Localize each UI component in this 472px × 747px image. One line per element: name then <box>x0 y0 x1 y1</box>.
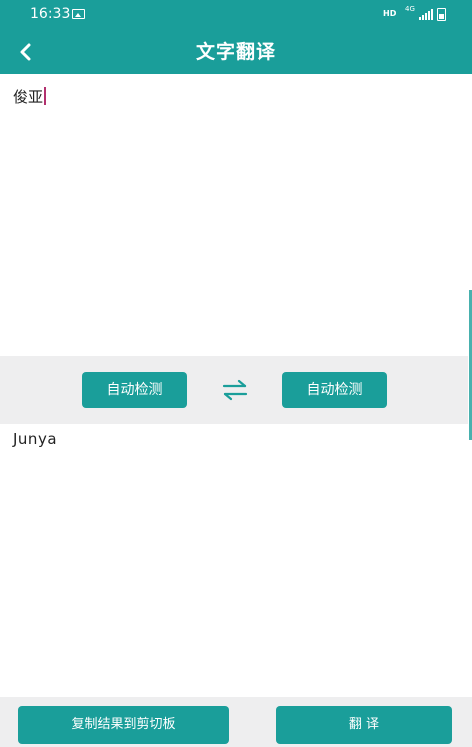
app-bar: 文字翻译 <box>0 30 472 74</box>
status-time: 16:33 <box>30 6 71 22</box>
network-type: 4G <box>405 5 415 13</box>
target-language-button[interactable]: 自动检测 <box>282 372 387 408</box>
image-icon <box>72 9 85 19</box>
text-caret <box>44 87 47 105</box>
back-arrow-icon <box>20 43 31 61</box>
hd-badge: HD <box>383 9 397 18</box>
bottom-action-bar: 复制结果到剪切板 翻 译 <box>0 697 472 747</box>
page-title: 文字翻译 <box>195 41 276 63</box>
signal-icon <box>419 9 433 20</box>
swap-arrows-icon <box>222 379 248 401</box>
source-language-button[interactable]: 自动检测 <box>82 372 187 408</box>
status-bar: 16:33 HD 4G <box>0 0 472 30</box>
translation-result: Junya <box>13 430 58 448</box>
translate-button[interactable]: 翻 译 <box>276 706 452 744</box>
swap-languages-button[interactable] <box>221 378 249 402</box>
battery-icon <box>437 8 446 21</box>
back-button[interactable] <box>12 38 40 66</box>
copy-result-button[interactable]: 复制结果到剪切板 <box>18 706 229 744</box>
source-input-area[interactable]: 俊亚 <box>0 74 468 356</box>
translation-output-area: Junya <box>0 424 468 696</box>
source-text: 俊亚 <box>13 88 44 106</box>
source-text-input[interactable]: 俊亚 <box>13 86 47 107</box>
language-bar: 自动检测 自动检测 <box>0 356 468 424</box>
